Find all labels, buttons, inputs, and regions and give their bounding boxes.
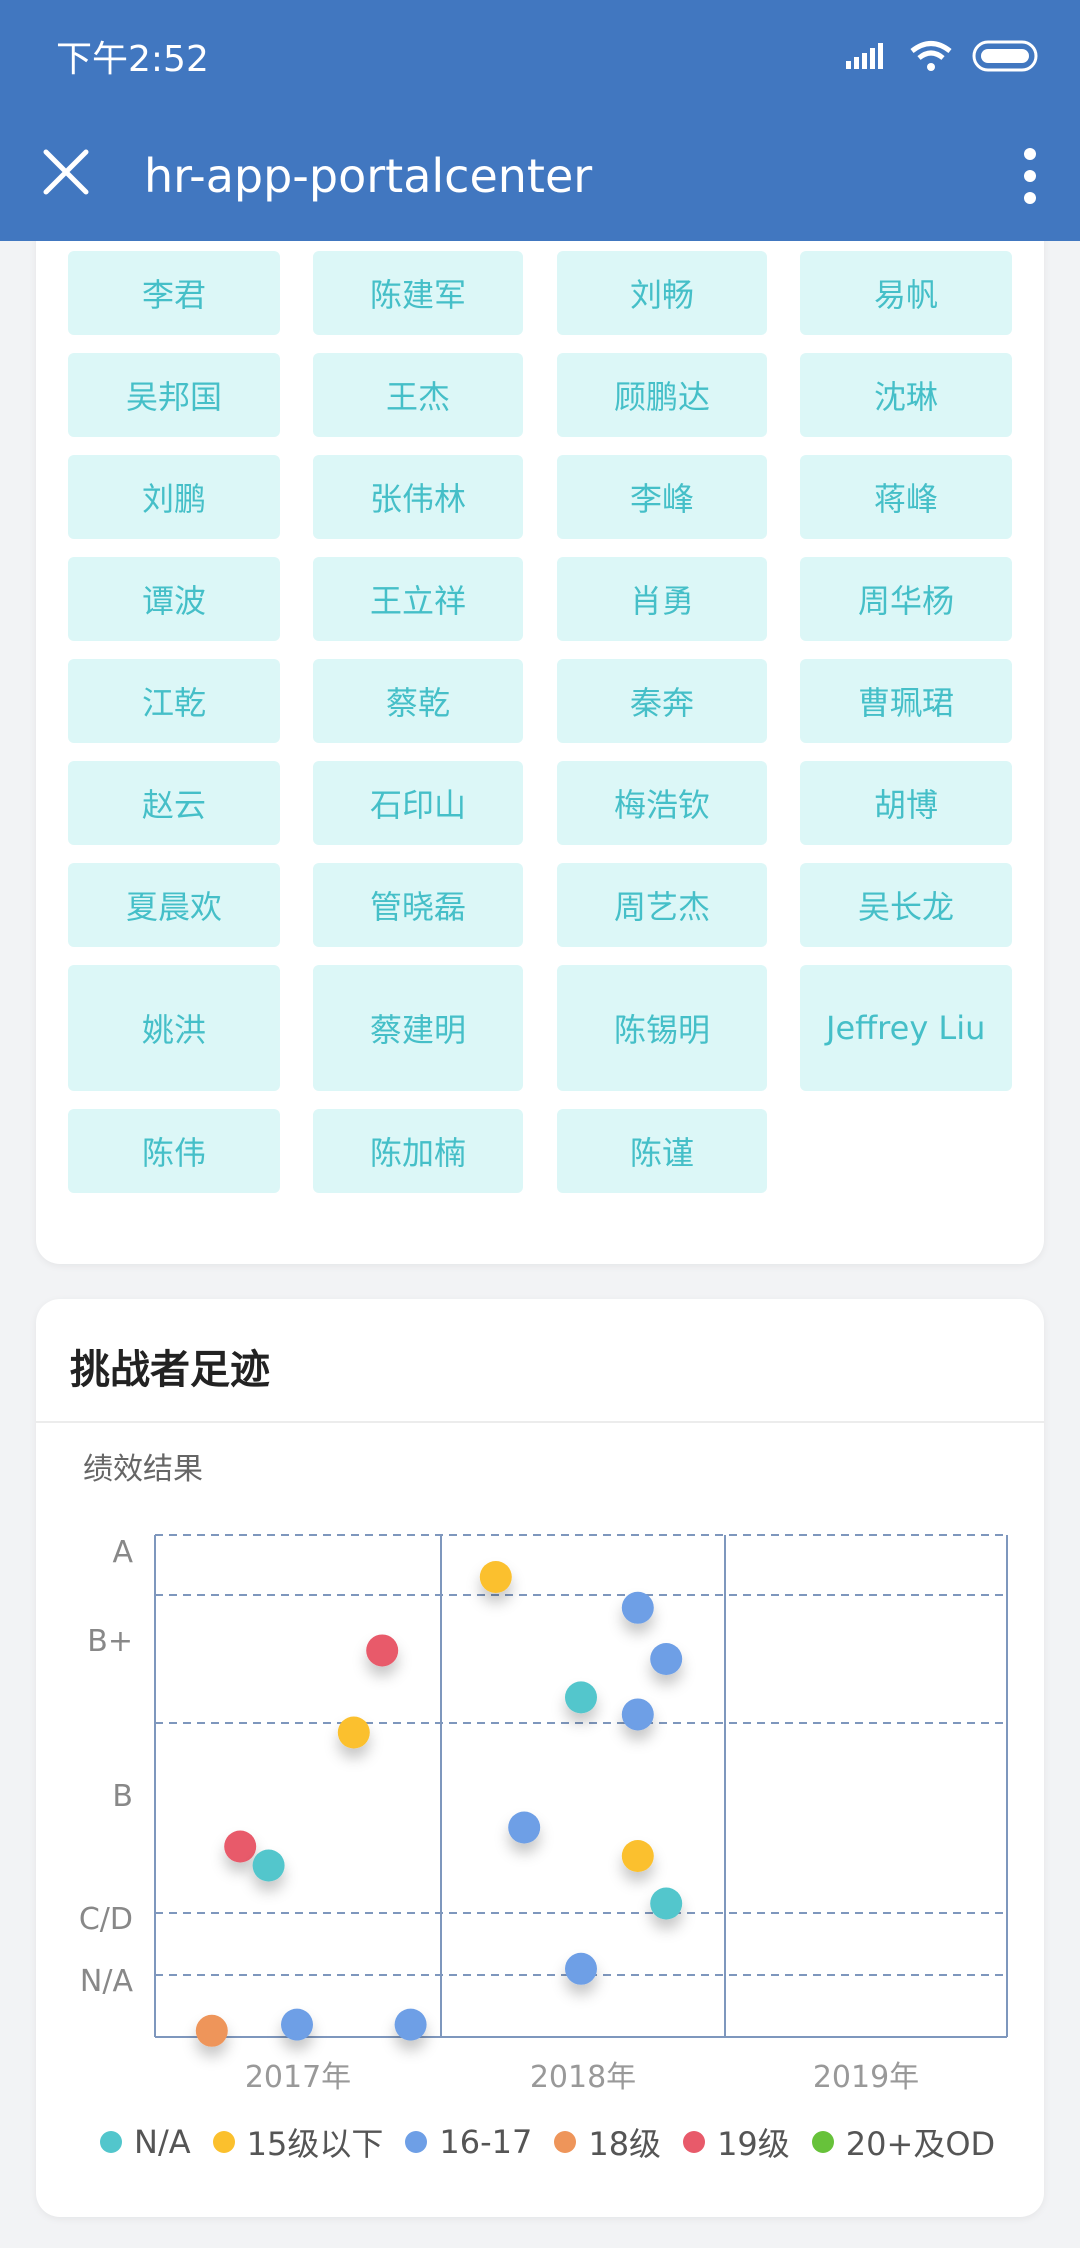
legend-label: 18级 <box>588 2125 662 2163</box>
y-tick-label: A <box>112 1535 133 1570</box>
page-content: 李君 陈建军 刘畅 易帆吴邦国 王杰 顾鹏达 沈琳刘鹏 张伟林 李峰 蒋峰谭波 王立祥 肖勇 周华杨江乾… <box>0 241 1080 2248</box>
legend-dot-icon <box>554 2131 577 2153</box>
person-chip[interactable]: 李君 <box>68 251 280 335</box>
data-point <box>621 1591 654 1624</box>
person-chip[interactable]: 陈加楠 <box>313 1109 523 1193</box>
person-chip[interactable]: 吴邦国 <box>68 353 280 437</box>
person-chip[interactable]: 周华杨 <box>800 557 1012 641</box>
person-chip[interactable]: 蔡建明 <box>313 965 523 1091</box>
person-chip[interactable]: 谭波 <box>68 557 280 641</box>
data-point <box>195 2014 228 2047</box>
scatter-chart: 绩效结果 N/A C/D B B+ A 2017年 2018年 2019年 <box>79 1452 1008 2095</box>
person-chip[interactable]: 吴长龙 <box>800 863 1012 947</box>
status-time: 下午2:52 <box>56 39 209 80</box>
legend-item[interactable]: 18级 <box>554 2119 661 2165</box>
person-chip[interactable]: 石印山 <box>313 761 523 845</box>
x-tick-label: 2019年 <box>813 2060 919 2095</box>
app-bar: 下午2:52 hr-app-portalcenter <box>0 0 1080 241</box>
status-icons <box>846 40 1040 72</box>
person-chip[interactable]: 张伟林 <box>313 455 523 539</box>
person-chip[interactable]: 李峰 <box>557 455 767 539</box>
legend-item[interactable]: 19级 <box>683 2119 790 2165</box>
challenger-footprint-card: 挑战者足迹 绩效结果 N/A C/D B B+ A 2017年 2018年 2019年 N/A 1… <box>36 1299 1044 2217</box>
data-point <box>479 1561 512 1593</box>
people-card: 李君 陈建军 刘畅 易帆吴邦国 王杰 顾鹏达 沈琳刘鹏 张伟林 李峰 蒋峰谭波 王立祥 肖勇 周华杨江乾… <box>36 241 1044 1264</box>
person-chip[interactable]: 秦奔 <box>557 659 767 743</box>
legend-label: 15级以下 <box>246 2125 384 2163</box>
person-chip[interactable]: 陈伟 <box>68 1109 280 1193</box>
person-chip[interactable]: 刘鹏 <box>68 455 280 539</box>
legend-dot-icon <box>683 2131 706 2153</box>
legend-dot-icon <box>811 2131 834 2153</box>
legend-label: 19级 <box>717 2125 790 2163</box>
legend-label: 20+及OD <box>845 2125 996 2163</box>
data-point <box>394 2008 427 2041</box>
data-point <box>621 1840 654 1872</box>
data-point <box>224 1830 257 1863</box>
person-chip[interactable]: 易帆 <box>800 251 1012 335</box>
chart-legend: N/A 15级以下 16-17 18级 19级 20+及OD <box>100 2119 1017 2165</box>
person-chip[interactable]: 陈谨 <box>557 1109 767 1193</box>
person-chip[interactable]: 管晓磊 <box>313 863 523 947</box>
x-tick-label: 2018年 <box>530 2060 636 2095</box>
y-tick-label: B+ <box>87 1624 133 1659</box>
person-chip[interactable]: 夏晨欢 <box>68 863 280 947</box>
person-chip[interactable]: 刘畅 <box>557 251 767 335</box>
wifi-icon <box>910 41 952 71</box>
person-chip[interactable]: 王立祥 <box>313 557 523 641</box>
person-chip[interactable]: Jeffrey Liu <box>800 965 1012 1091</box>
more-options-icon[interactable] <box>1010 146 1050 206</box>
data-point <box>252 1849 285 1882</box>
legend-item[interactable]: 16-17 <box>405 2119 532 2165</box>
person-chip[interactable]: 周艺杰 <box>557 863 767 947</box>
y-tick-label: B <box>112 1779 133 1814</box>
person-chip[interactable]: 陈锡明 <box>557 965 767 1091</box>
signal-icon <box>846 43 883 69</box>
person-chip[interactable]: 顾鹏达 <box>557 353 767 437</box>
person-chip[interactable]: 江乾 <box>68 659 280 743</box>
data-point <box>650 1643 683 1675</box>
y-tick-label: C/D <box>79 1902 133 1937</box>
data-point <box>281 2008 313 2041</box>
person-chip[interactable]: 王杰 <box>313 353 523 437</box>
data-point <box>650 1887 683 1920</box>
person-chip[interactable]: 陈建军 <box>313 251 523 335</box>
legend-dot-icon <box>405 2131 428 2153</box>
person-chip[interactable]: 曹珮珺 <box>800 659 1012 743</box>
person-chip[interactable]: 肖勇 <box>557 557 767 641</box>
data-point <box>565 1952 597 1985</box>
legend-item[interactable]: 15级以下 <box>212 2119 384 2165</box>
y-axis-label: 绩效结果 <box>83 1452 203 1487</box>
data-point <box>508 1811 541 1844</box>
x-tick-label: 2017年 <box>245 2060 351 2095</box>
person-chip[interactable]: 沈琳 <box>800 353 1012 437</box>
data-point <box>337 1716 370 1749</box>
person-chip[interactable]: 梅浩钦 <box>557 761 767 845</box>
legend-item[interactable]: 20+及OD <box>811 2119 996 2165</box>
data-point <box>565 1681 597 1714</box>
legend-dot-icon <box>212 2131 235 2153</box>
close-icon[interactable] <box>40 146 92 198</box>
y-tick-label: N/A <box>80 1964 134 1999</box>
person-chip[interactable]: 蒋峰 <box>800 455 1012 539</box>
legend-dot-icon <box>100 2131 122 2153</box>
person-chip[interactable]: 赵云 <box>68 761 280 845</box>
person-chip[interactable]: 姚洪 <box>68 965 280 1091</box>
app-title: hr-app-portalcenter <box>144 149 593 203</box>
legend-label: 16-17 <box>439 2123 533 2161</box>
person-chip[interactable]: 胡博 <box>800 761 1012 845</box>
section-title: 挑战者足迹 <box>70 1347 270 1393</box>
battery-icon <box>972 40 1038 72</box>
person-chip[interactable]: 蔡乾 <box>313 659 523 743</box>
legend-item[interactable]: N/A <box>100 2119 191 2165</box>
data-point <box>621 1698 654 1731</box>
data-point <box>366 1634 399 1667</box>
legend-label: N/A <box>134 2123 191 2161</box>
